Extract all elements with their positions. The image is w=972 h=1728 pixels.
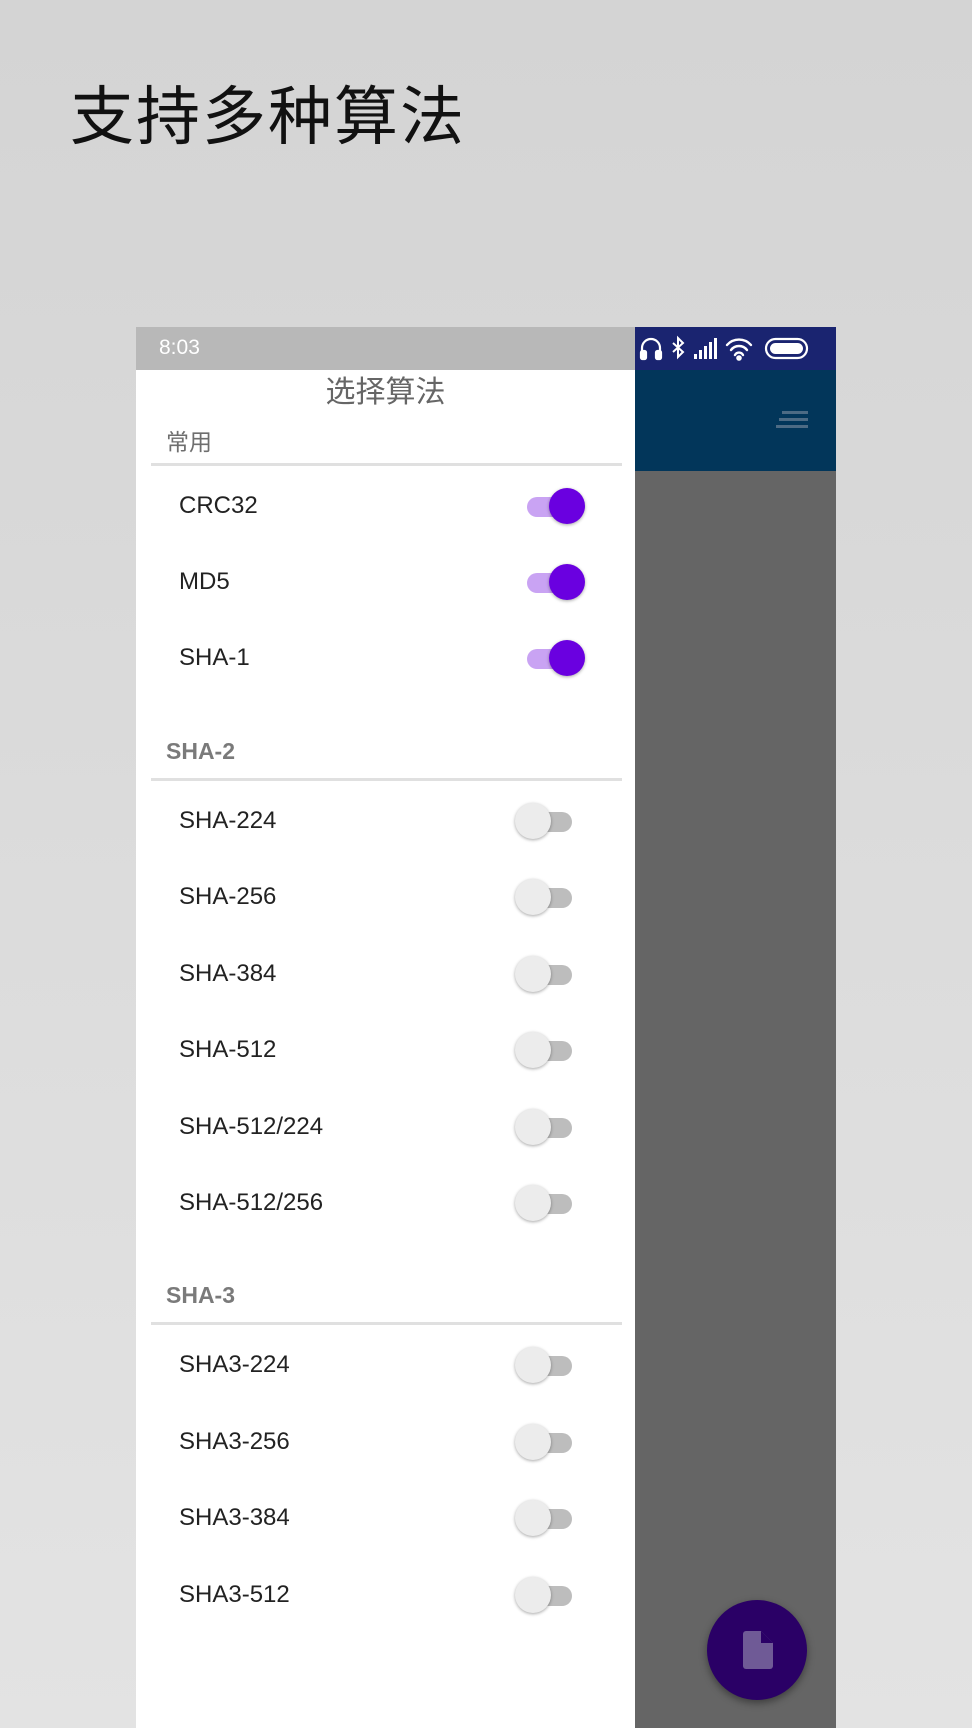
switch-thumb xyxy=(515,1500,551,1536)
algorithm-row-sha-1[interactable]: SHA-1 xyxy=(136,620,635,696)
toggle-switch[interactable] xyxy=(514,955,578,995)
file-icon xyxy=(743,1631,773,1669)
section-label: 常用 xyxy=(166,430,212,456)
algorithm-label: SHA3-512 xyxy=(179,1581,290,1608)
toggle-switch[interactable] xyxy=(514,1499,578,1539)
algorithm-row-sha-256[interactable]: SHA-256 xyxy=(136,859,635,935)
switch-thumb xyxy=(549,564,585,600)
toggle-switch[interactable] xyxy=(527,487,591,527)
status-bar: 8:03 xyxy=(136,327,635,370)
toggle-switch[interactable] xyxy=(514,1423,578,1463)
promo-headline: 支持多种算法 xyxy=(70,81,466,155)
algorithm-label: SHA-1 xyxy=(179,644,250,671)
phone-screen: 8:03 选择算法 常用 CRC32 MD5 SHA-1 SHA-2 SHA-2… xyxy=(136,327,836,1728)
toggle-switch[interactable] xyxy=(514,878,578,918)
switch-thumb xyxy=(515,879,551,915)
switch-thumb xyxy=(549,640,585,676)
toggle-switch[interactable] xyxy=(514,1031,578,1071)
algorithm-row-crc32[interactable]: CRC32 xyxy=(136,468,635,544)
algorithm-label: CRC32 xyxy=(179,492,258,519)
algorithm-label: MD5 xyxy=(179,568,230,595)
algorithm-label: SHA-256 xyxy=(179,883,277,910)
toggle-switch[interactable] xyxy=(514,1576,578,1616)
algorithm-row-md5[interactable]: MD5 xyxy=(136,544,635,620)
status-icons xyxy=(639,335,809,361)
switch-thumb xyxy=(515,803,551,839)
section-header-sha-2: SHA-2 xyxy=(151,738,622,781)
section-header-sha-3: SHA-3 xyxy=(151,1282,622,1325)
algorithm-label: SHA-512 xyxy=(179,1036,277,1063)
toggle-switch[interactable] xyxy=(514,1346,578,1386)
status-time: 8:03 xyxy=(159,336,200,359)
algorithm-row-sha-512-224[interactable]: SHA-512/224 xyxy=(136,1089,635,1165)
section-label: SHA-2 xyxy=(166,738,236,764)
switch-thumb xyxy=(515,1109,551,1145)
algorithm-row-sha-384[interactable]: SHA-384 xyxy=(136,936,635,1012)
algorithm-drawer: 选择算法 常用 CRC32 MD5 SHA-1 SHA-2 SHA-224 SH… xyxy=(136,370,635,1728)
algorithm-label: SHA-512/256 xyxy=(179,1189,324,1216)
algorithm-label: SHA-384 xyxy=(179,960,277,987)
switch-thumb xyxy=(515,1032,551,1068)
algorithm-row-sha-224[interactable]: SHA-224 xyxy=(136,783,635,859)
toggle-switch[interactable] xyxy=(527,639,591,679)
section-label: SHA-3 xyxy=(166,1282,236,1308)
open-file-button[interactable] xyxy=(707,1600,807,1700)
algorithm-row-sha-512-256[interactable]: SHA-512/256 xyxy=(136,1165,635,1241)
signal-icon xyxy=(694,338,717,359)
battery-icon xyxy=(764,337,809,360)
menu-icon[interactable] xyxy=(776,409,810,431)
algorithm-label: SHA3-384 xyxy=(179,1504,290,1531)
algorithm-label: SHA3-224 xyxy=(179,1351,290,1378)
algorithm-label: SHA3-256 xyxy=(179,1428,290,1455)
algorithm-row-sha3-512[interactable]: SHA3-512 xyxy=(136,1557,635,1633)
switch-thumb xyxy=(515,1185,551,1221)
switch-thumb xyxy=(515,1424,551,1460)
algorithm-label: SHA-224 xyxy=(179,807,277,834)
toggle-switch[interactable] xyxy=(514,802,578,842)
algorithm-row-sha3-384[interactable]: SHA3-384 xyxy=(136,1480,635,1556)
switch-thumb xyxy=(515,1347,551,1383)
bluetooth-icon xyxy=(672,335,685,360)
toggle-switch[interactable] xyxy=(514,1184,578,1224)
wifi-icon xyxy=(725,338,753,361)
switch-thumb xyxy=(549,488,585,524)
toggle-switch[interactable] xyxy=(527,563,591,603)
drawer-title: 选择算法 xyxy=(325,375,446,410)
algorithm-row-sha3-224[interactable]: SHA3-224 xyxy=(136,1327,635,1403)
switch-thumb xyxy=(515,956,551,992)
section-header-common: 常用 xyxy=(151,423,622,466)
algorithm-row-sha3-256[interactable]: SHA3-256 xyxy=(136,1404,635,1480)
switch-thumb xyxy=(515,1577,551,1613)
algorithm-label: SHA-512/224 xyxy=(179,1113,324,1140)
headphones-icon xyxy=(639,337,663,361)
algorithm-row-sha-512[interactable]: SHA-512 xyxy=(136,1012,635,1088)
toggle-switch[interactable] xyxy=(514,1108,578,1148)
